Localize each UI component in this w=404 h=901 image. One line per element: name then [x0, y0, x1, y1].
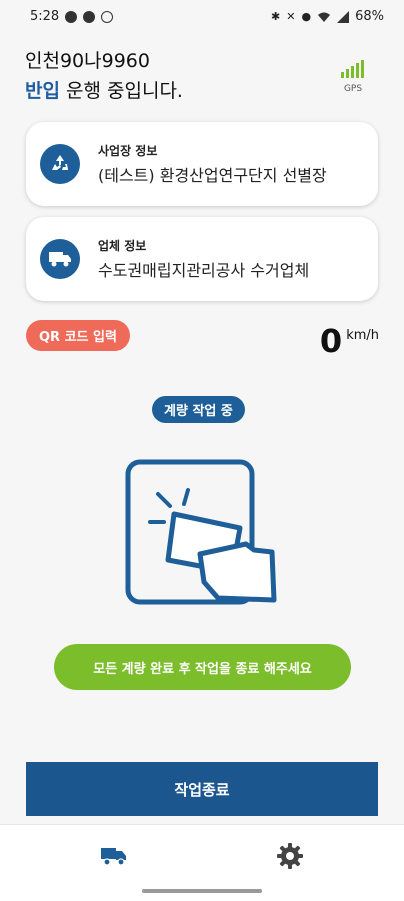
location-icon: ●: [301, 10, 312, 23]
site-info-value: (테스트) 환경산업연구단지 선별장: [98, 166, 327, 185]
recycle-icon: [40, 144, 80, 184]
gps-signal-icon: [341, 60, 364, 78]
site-info-title: 사업장 정보: [98, 144, 158, 158]
operation-highlight: 반입: [25, 80, 60, 102]
truck-icon: [40, 239, 80, 279]
chat-icon: [83, 10, 96, 23]
card-tap-illustration: [125, 459, 277, 605]
operation-text: 운행 중입니다.: [66, 80, 183, 102]
speed-display: 0 km/h: [319, 322, 379, 360]
completion-hint: 모든 계량 완료 후 작업을 종료 해주세요: [54, 644, 351, 690]
nav-truck-icon[interactable]: [100, 845, 128, 867]
company-info-card[interactable]: 업체 정보 수도권매립지관리공사 수거업체: [26, 217, 378, 301]
gesture-handle[interactable]: [142, 889, 262, 893]
gps-label: GPS: [343, 84, 363, 94]
site-info-card[interactable]: 사업장 정보 (테스트) 환경산업연구단지 선별장: [26, 122, 378, 206]
vehicle-plate: 인천90나9960: [25, 50, 150, 72]
wifi-icon: [318, 12, 331, 22]
company-info-title: 업체 정보: [98, 239, 147, 253]
qr-code-input-button[interactable]: QR 코드 입력: [26, 320, 130, 351]
status-time: 5:28: [30, 9, 60, 24]
operation-status: 반입 운행 중입니다.: [25, 76, 183, 103]
alarm-icon: ✱: [271, 10, 281, 23]
notification-icon: [101, 10, 114, 23]
shield-icon: [65, 10, 78, 23]
cell-signal-icon: [337, 10, 350, 23]
gps-indicator: GPS: [338, 58, 368, 94]
speed-unit: km/h: [346, 328, 379, 343]
mute-icon: ✕: [286, 10, 296, 23]
speed-value: 0: [319, 322, 343, 360]
end-work-button[interactable]: 작업종료: [26, 762, 378, 816]
nav-gear-icon[interactable]: [276, 842, 304, 870]
status-bar: 5:28 ✱ ✕ ● 68%: [0, 0, 404, 34]
work-status-badge: 계량 작업 중: [152, 396, 245, 423]
company-info-value: 수도권매립지관리공사 수거업체: [98, 261, 310, 280]
battery-level: 68%: [355, 9, 384, 24]
